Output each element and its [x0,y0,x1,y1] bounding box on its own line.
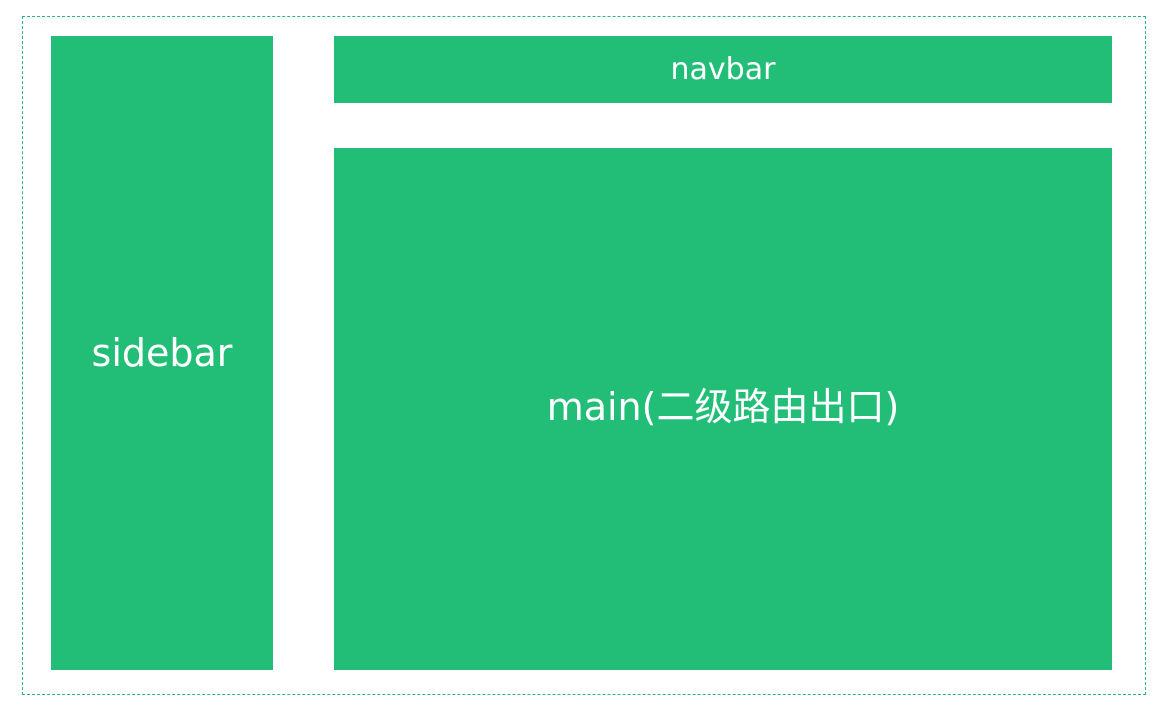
main-label: main(二级路由出口) [546,384,900,429]
sidebar-label: sidebar [91,331,233,375]
navbar-block: navbar [334,36,1112,103]
main-block: main(二级路由出口) [334,148,1112,670]
sidebar-block: sidebar [51,36,273,670]
navbar-label: navbar [670,52,776,87]
